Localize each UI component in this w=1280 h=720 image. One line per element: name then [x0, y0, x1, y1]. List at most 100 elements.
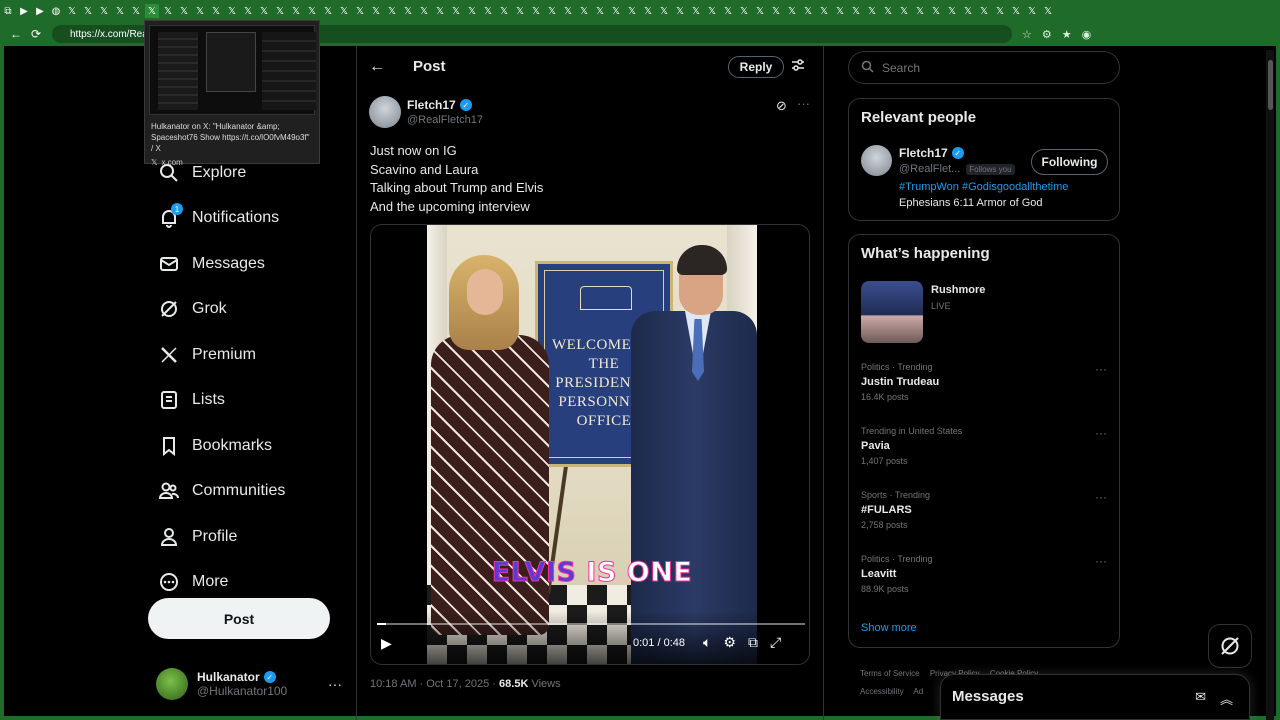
browser-tab[interactable]: 𝕏 — [545, 4, 559, 18]
video-frame[interactable]: WELCOME TO THE PRESIDENT'S PERSONNEL OFF… — [427, 225, 757, 664]
browser-tab[interactable]: 𝕏 — [273, 4, 287, 18]
browser-tab[interactable]: 𝕏 — [849, 4, 863, 18]
browser-tab[interactable]: 𝕏 — [721, 4, 735, 18]
search-box[interactable] — [848, 51, 1120, 84]
browser-tab[interactable]: 𝕏 — [689, 4, 703, 18]
browser-tab[interactable]: ⧉ — [1, 4, 15, 18]
more-horizontal-icon[interactable]: ··· — [1095, 490, 1107, 504]
more-horizontal-icon[interactable]: ··· — [797, 96, 810, 111]
browser-tab[interactable]: 𝕏 — [369, 4, 383, 18]
account-switcher[interactable]: Hulkanator ✓ @Hulkanator100 ··· — [156, 664, 346, 704]
new-message-icon[interactable]: ✉ — [1195, 689, 1206, 708]
browser-tab[interactable]: 𝕏 — [1009, 4, 1023, 18]
browser-tab[interactable]: 𝕏 — [353, 4, 367, 18]
star-icon[interactable]: ☆ — [1022, 28, 1032, 41]
trend-item[interactable]: Politics · Trending Leavitt 88.9K posts … — [861, 554, 1111, 602]
trend-item[interactable]: Trending in United States Pavia 1,407 po… — [861, 426, 1111, 474]
browser-tab[interactable]: ▶ — [17, 4, 31, 18]
browser-tab[interactable]: 𝕏 — [385, 4, 399, 18]
nav-communities[interactable]: Communities — [148, 469, 348, 515]
browser-tab[interactable]: 𝕏 — [753, 4, 767, 18]
avatar[interactable] — [861, 145, 892, 176]
more-horizontal-icon[interactable]: ··· — [1095, 362, 1107, 376]
footer-link[interactable]: Ad — [913, 687, 923, 696]
browser-tab[interactable]: 𝕏 — [481, 4, 495, 18]
author-handle[interactable]: @RealFletch17 — [407, 114, 483, 126]
trend-item[interactable]: Politics · Trending Justin Trudeau 16.4K… — [861, 362, 1111, 410]
browser-tab[interactable]: 𝕏 — [129, 4, 143, 18]
browser-tab[interactable]: 𝕏 — [289, 4, 303, 18]
browser-tab[interactable]: 𝕏 — [97, 4, 111, 18]
browser-tab[interactable]: 𝕏 — [897, 4, 911, 18]
browser-tab[interactable]: 𝕏 — [417, 4, 431, 18]
favorites-icon[interactable]: ★ — [1062, 28, 1072, 41]
browser-tab[interactable]: 𝕏 — [65, 4, 79, 18]
browser-tab[interactable]: 𝕏 — [577, 4, 591, 18]
browser-tab[interactable]: 𝕏 — [945, 4, 959, 18]
back-icon[interactable]: ← — [6, 27, 26, 41]
compose-post-button[interactable]: Post — [148, 598, 330, 639]
reply-button[interactable]: Reply — [728, 56, 784, 78]
browser-tab[interactable]: ▶ — [33, 4, 47, 18]
browser-tab[interactable]: 𝕏 — [865, 4, 879, 18]
browser-tab[interactable]: 𝕏 — [113, 4, 127, 18]
browser-tab[interactable]: 𝕏 — [593, 4, 607, 18]
browser-tab[interactable]: 𝕏 — [1025, 4, 1039, 18]
browser-tab[interactable]: 𝕏 — [177, 4, 191, 18]
browser-tab[interactable]: 𝕏 — [449, 4, 463, 18]
settings-gear-icon[interactable]: ⚙ — [723, 634, 736, 651]
browser-tab[interactable]: 𝕏 — [257, 4, 271, 18]
person-name[interactable]: Fletch17 ✓ — [899, 146, 964, 160]
browser-tab[interactable]: 𝕏 — [241, 4, 255, 18]
browser-tab[interactable]: 𝕏 — [497, 4, 511, 18]
play-icon[interactable]: ▶ — [381, 635, 392, 652]
scrollbar-thumb[interactable] — [1268, 60, 1273, 110]
nav-premium[interactable]: Premium — [148, 332, 348, 378]
more-horizontal-icon[interactable]: ··· — [1095, 554, 1107, 568]
browser-tab[interactable]: ◍ — [49, 4, 63, 18]
browser-tab[interactable]: 𝕏 — [81, 4, 95, 18]
nav-bookmarks[interactable]: Bookmarks — [148, 423, 348, 469]
nav-lists[interactable]: Lists — [148, 378, 348, 424]
nav-notifications[interactable]: 1 Notifications — [148, 196, 348, 242]
volume-icon[interactable]: 🔈︎ — [703, 634, 711, 651]
browser-tab[interactable]: 𝕏 — [193, 4, 207, 18]
back-arrow-icon[interactable]: ← — [369, 58, 385, 76]
browser-tab[interactable]: 𝕏 — [561, 4, 575, 18]
messages-drawer[interactable]: Messages ✉ ︽ — [940, 674, 1250, 720]
browser-tab[interactable]: 𝕏 — [1041, 4, 1055, 18]
browser-tab[interactable]: 𝕏 — [401, 4, 415, 18]
chevron-up-icon[interactable]: ︽ — [1220, 689, 1233, 708]
browser-tab[interactable]: 𝕏 — [513, 4, 527, 18]
browser-tab[interactable]: 𝕏 — [641, 4, 655, 18]
browser-tab[interactable]: 𝕏 — [705, 4, 719, 18]
browser-tab[interactable]: 𝕏 — [977, 4, 991, 18]
nav-messages[interactable]: Messages — [148, 241, 348, 287]
grok-floating-button[interactable] — [1208, 624, 1252, 668]
search-input[interactable] — [882, 60, 1102, 75]
browser-tab[interactable]: 𝕏 — [737, 4, 751, 18]
person-handle[interactable]: @RealFlet... Follows you — [899, 163, 1015, 175]
trend-item[interactable]: Sports · Trending #FULARS 2,758 posts ··… — [861, 490, 1111, 538]
browser-tab[interactable]: 𝕏 — [209, 4, 223, 18]
browser-tab[interactable]: 𝕏 — [673, 4, 687, 18]
browser-tab[interactable]: 𝕏 — [145, 4, 159, 18]
browser-tab[interactable]: 𝕏 — [993, 4, 1007, 18]
browser-tab[interactable]: 𝕏 — [529, 4, 543, 18]
bio-hashtags[interactable]: #TrumpWon #Godisgoodallthetime — [899, 181, 1068, 193]
nav-grok[interactable]: Grok — [148, 287, 348, 333]
browser-tab[interactable]: 𝕏 — [625, 4, 639, 18]
reload-icon[interactable]: ⟳ — [26, 27, 46, 41]
browser-tab[interactable]: 𝕏 — [785, 4, 799, 18]
live-title[interactable]: Rushmore — [931, 284, 985, 296]
post-timestamp[interactable]: 10:18 AM · Oct 17, 2025 · — [370, 678, 496, 690]
nav-profile[interactable]: Profile — [148, 514, 348, 560]
browser-tab[interactable]: 𝕏 — [801, 4, 815, 18]
browser-tab[interactable]: 𝕏 — [465, 4, 479, 18]
browser-tab[interactable]: 𝕏 — [769, 4, 783, 18]
grok-icon[interactable]: ⊘ — [776, 98, 787, 114]
browser-tab[interactable]: 𝕏 — [161, 4, 175, 18]
author-name[interactable]: Fletch17 ✓ — [407, 98, 472, 112]
browser-tab[interactable]: 𝕏 — [433, 4, 447, 18]
show-more-link[interactable]: Show more — [861, 622, 917, 634]
